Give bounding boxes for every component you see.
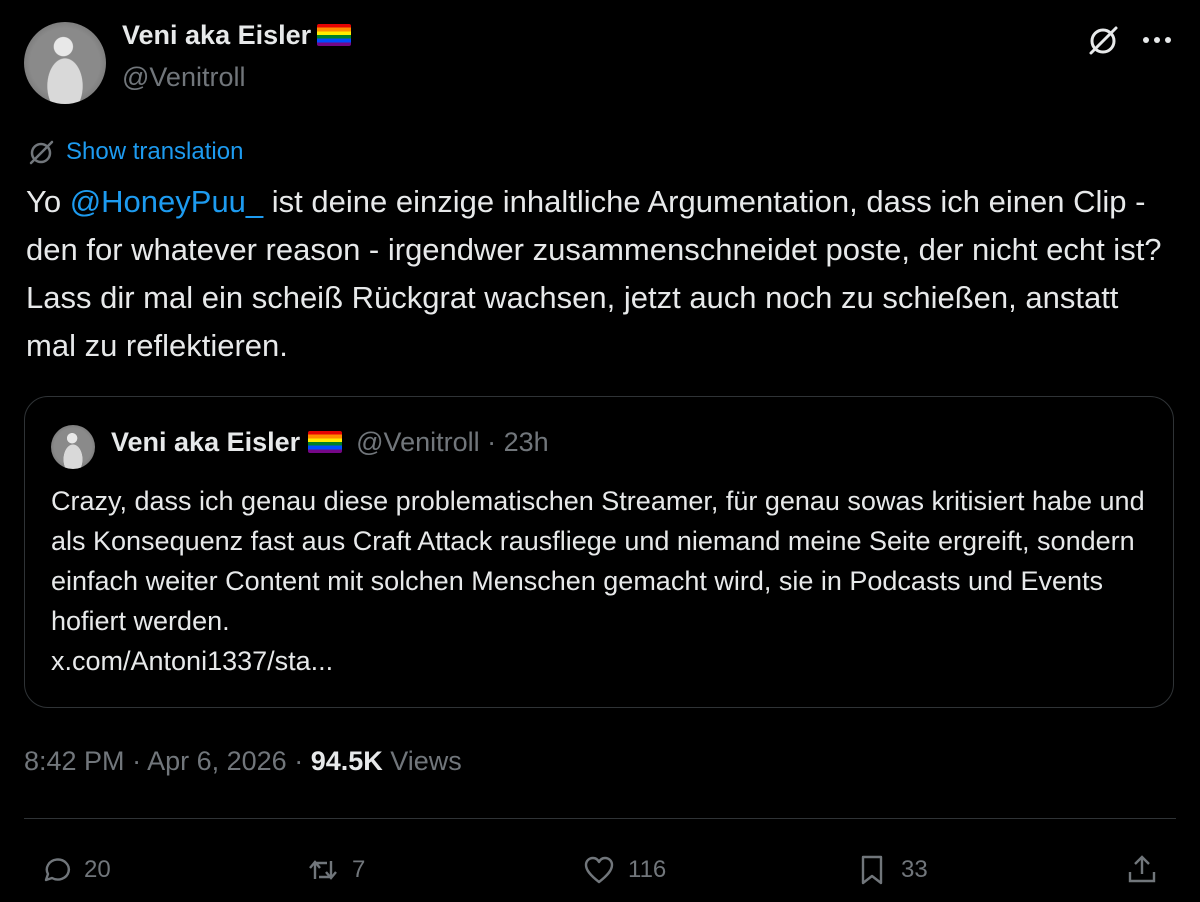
share-icon [1128,855,1156,883]
repost-icon [309,860,337,880]
meta-separator: · [286,746,311,776]
rainbow-flag-icon [308,431,343,453]
reply-count: 20 [84,856,111,883]
quoted-text-body: Crazy, dass ich genau diese problematisc… [51,486,1145,636]
divider [24,818,1176,819]
repost-button[interactable]: 7 [306,848,365,892]
repost-count: 7 [352,856,366,883]
tweet-time[interactable]: 8:42 PM [24,746,125,776]
share-button[interactable] [1125,848,1159,892]
tweet-text: Yo @HoneyPuu_ ist deine einzige inhaltli… [26,178,1176,370]
quoted-time[interactable]: 23h [504,427,549,457]
meta-separator: · [124,746,148,776]
show-translation-button[interactable]: Show translation [26,135,243,169]
tweet-date[interactable]: Apr 6, 2026 [147,746,287,776]
bookmark-count: 33 [901,856,928,883]
tweet-text-start: Yo [26,184,70,219]
reply-button[interactable]: 20 [38,848,111,892]
author-name[interactable]: Veni aka Eisler [122,20,352,51]
author-avatar[interactable] [24,22,106,104]
like-count: 116 [628,856,667,883]
quoted-author-name[interactable]: Veni aka Eisler [111,427,300,457]
heart-icon [584,856,614,884]
bookmark-icon [861,855,883,885]
mention-link[interactable]: @HoneyPuu_ [70,184,263,219]
like-button[interactable]: 116 [582,848,666,892]
author-display-name[interactable]: Veni aka Eisler [122,20,311,50]
quoted-author-handle[interactable]: @Venitroll [356,427,479,457]
bookmark-button[interactable]: 33 [855,848,928,892]
more-icon[interactable] [1137,22,1177,58]
author-handle[interactable]: @Venitroll [122,62,245,93]
quoted-tweet[interactable]: Veni aka Eisler @Venitroll · 23h Crazy, d… [24,396,1174,708]
rainbow-flag-icon [317,24,352,46]
grok-translate-icon [29,140,54,165]
show-translation-label: Show translation [66,138,244,165]
quoted-tweet-text: Crazy, dass ich genau diese problematisc… [51,481,1151,681]
grok-icon[interactable] [1085,22,1121,58]
reply-icon [44,858,70,882]
quoted-link[interactable]: x.com/Antoni1337/sta... [51,646,333,676]
quoted-tweet-header: Veni aka Eisler @Venitroll · 23h [111,427,549,458]
views-label: Views [382,746,462,776]
quoted-author-avatar[interactable] [51,425,95,469]
quoted-separator: · [479,427,504,457]
views-count[interactable]: 94.5K [311,746,383,776]
tweet-meta: 8:42 PM · Apr 6, 2026 · 94.5K Views [24,746,462,777]
